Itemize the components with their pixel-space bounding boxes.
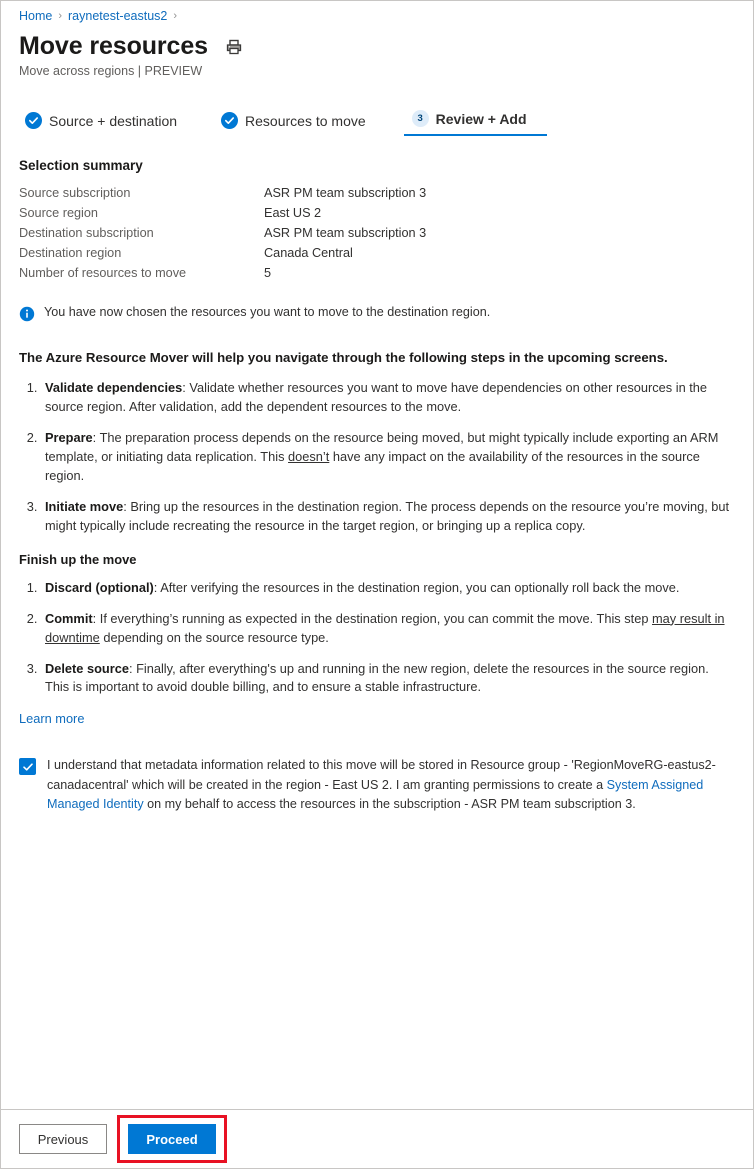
step-separator: :: [128, 660, 137, 676]
blade-footer: Previous Proceed: [1, 1109, 753, 1168]
lead-paragraph: The Azure Resource Mover will help you n…: [19, 350, 668, 365]
check-circle-icon-2: [221, 112, 239, 129]
step-term: Initiate move: [45, 498, 124, 514]
title-row: Move resources: [19, 32, 735, 61]
step-separator: :: [92, 430, 100, 446]
step-emphasis: doesn’t: [288, 448, 330, 464]
summary-value-source-subscription: ASR PM team subscription 3: [264, 186, 427, 200]
upcoming-steps-list: Validate dependencies: Validate whether …: [19, 379, 735, 536]
wizard-step-tabs: Source + destination Resources to move 3…: [19, 106, 735, 136]
summary-value-source-region: East US 2: [264, 206, 322, 220]
check-circle-icon: [25, 112, 42, 129]
tab-label-resources-to-move: Resources to move: [245, 112, 366, 129]
summary-value-destination-subscription: ASR PM team subscription 3: [264, 226, 427, 240]
tab-resources-to-move[interactable]: Resources to move: [215, 112, 376, 136]
printer-icon[interactable]: [224, 37, 244, 57]
step-body: After verifying the resources in the des…: [160, 579, 680, 595]
tab-source-destination[interactable]: Source + destination: [19, 112, 187, 136]
table-row: Number of resources to move 5: [19, 263, 426, 283]
finish-section-heading: Finish up the move: [19, 551, 137, 567]
consent-row: I understand that metadata information r…: [19, 756, 735, 815]
step-body: Finally, after everything's up and runni…: [45, 660, 709, 695]
summary-value-destination-region: Canada Central: [264, 246, 353, 260]
previous-button[interactable]: Previous: [19, 1124, 107, 1154]
page-title: Move resources: [19, 32, 208, 60]
info-message-text: You have now chosen the resources you wa…: [44, 305, 491, 319]
step-term: Discard (optional): [45, 579, 154, 595]
finish-steps-list: Discard (optional): After verifying the …: [19, 579, 735, 698]
table-row: Destination subscription ASR PM team sub…: [19, 223, 426, 243]
selection-summary-heading: Selection summary: [19, 158, 143, 173]
list-item: Commit: If everything’s running as expec…: [41, 610, 735, 648]
selection-summary-table: Source subscription ASR PM team subscrip…: [19, 183, 426, 283]
page-subtitle: Move across regions | PREVIEW: [19, 64, 203, 78]
table-row: Source subscription ASR PM team subscrip…: [19, 183, 426, 203]
move-resources-blade: Home › raynetest-eastus2 › Move resource…: [0, 0, 754, 1169]
step-body: If everything’s running as expected in t…: [99, 610, 652, 626]
list-item: Delete source: Finally, after everything…: [41, 660, 735, 698]
breadcrumb-separator-icon-2: ›: [173, 10, 178, 22]
list-item: Discard (optional): After verifying the …: [41, 579, 735, 598]
proceed-highlight-annotation: Proceed: [117, 1115, 227, 1163]
breadcrumb: Home › raynetest-eastus2 ›: [19, 1, 735, 26]
proceed-button[interactable]: Proceed: [128, 1124, 216, 1154]
info-message: You have now chosen the resources you wa…: [19, 305, 735, 322]
tab-label-review-add: Review + Add: [435, 110, 527, 127]
step-separator: :: [92, 610, 100, 626]
summary-label-source-region: Source region: [19, 206, 98, 220]
tab-label-source-destination: Source + destination: [49, 112, 178, 129]
blade-content: Home › raynetest-eastus2 › Move resource…: [1, 1, 753, 1109]
step-body: Bring up the resources in the destinatio…: [45, 498, 730, 533]
consent-text: I understand that metadata information r…: [47, 756, 723, 815]
step-term: Commit: [45, 610, 93, 626]
table-row: Destination region Canada Central: [19, 243, 426, 263]
learn-more-link[interactable]: Learn more: [19, 711, 84, 726]
tab-review-add[interactable]: 3 Review + Add: [403, 110, 547, 136]
breadcrumb-item-home[interactable]: Home: [19, 9, 52, 23]
table-row: Source region East US 2: [19, 203, 426, 223]
list-item: Prepare: The preparation process depends…: [41, 429, 735, 486]
step-number-badge: 3: [411, 110, 429, 127]
breadcrumb-item-resource-group[interactable]: raynetest-eastus2: [68, 9, 167, 23]
list-item: Initiate move: Bring up the resources in…: [41, 498, 735, 536]
consent-checkbox[interactable]: [19, 758, 36, 776]
step-term: Prepare: [45, 430, 93, 446]
summary-label-resource-count: Number of resources to move: [19, 266, 187, 280]
step-body-after: depending on the source resource type.: [99, 629, 329, 645]
step-term: Validate dependencies: [45, 380, 183, 396]
summary-label-source-subscription: Source subscription: [19, 186, 131, 200]
list-item: Validate dependencies: Validate whether …: [41, 379, 735, 417]
step-term: Delete source: [45, 660, 129, 676]
summary-value-resource-count: 5: [264, 266, 272, 280]
info-icon: [19, 306, 35, 322]
summary-label-destination-region: Destination region: [19, 246, 122, 260]
breadcrumb-separator-icon: ›: [58, 10, 63, 22]
consent-text-part2: on my behalf to access the resources in …: [143, 797, 636, 812]
summary-label-destination-subscription: Destination subscription: [19, 226, 154, 240]
